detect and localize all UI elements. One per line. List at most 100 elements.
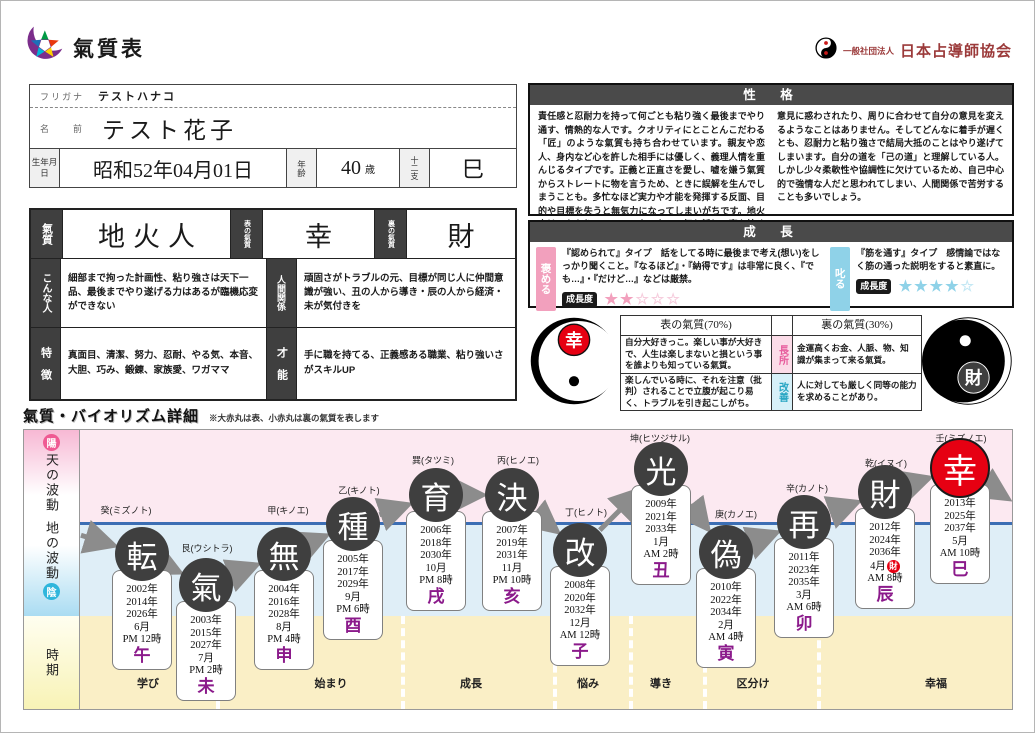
name-row: 名 前 テスト花子	[30, 108, 516, 148]
shikaru-stars: ★★★★☆	[899, 278, 976, 295]
kaizen-row: 楽しんでいる時に、それを注意（批判）されることで立腹が起こり易く、トラブルを引き…	[621, 374, 921, 410]
seicho-box: 成 長 褒める 『認められて』タイプ 話をしてる時に最後まで考え(想い)をしっか…	[528, 220, 1014, 308]
node-card: 2008年2020年2032年12月AM 12時子	[550, 566, 610, 666]
star-logo-icon	[21, 23, 65, 72]
page-title: 氣質表	[73, 33, 145, 63]
node-circle: 幸	[930, 438, 990, 498]
ura-value: 財	[407, 210, 515, 258]
tokucho-text: 真面目、清潔、努力、忍耐、やる気、本音、大胆、巧み、鍛錬、家族愛、ワガママ	[61, 328, 267, 399]
node-circle: 財	[858, 465, 912, 519]
eto-label: 十二支	[400, 149, 430, 187]
node-card: 2007年2019年2031年11月PM 10時亥	[482, 511, 542, 611]
biorhythm-chart: 陽 天の波動 地の波動 陰 時期 学び始まり成長悩み導き区分け幸福癸(ミズノト)…	[23, 429, 1013, 710]
org-logo-block: 一般社団法人 日本占導師協会	[815, 37, 1012, 64]
node-circle: 種	[326, 497, 380, 551]
seicho-header: 成 長	[530, 222, 1012, 242]
ura-chosho-text: 金運高くお金、人脈、物、知識が集まって来る氣質。	[793, 336, 921, 373]
furigana-label: フリガナ	[40, 90, 84, 103]
node-card: 2010年2022年2034年2月AM 4時寅	[696, 568, 756, 668]
konna-label: こんな人	[31, 259, 61, 327]
stem-label: 丁(ヒノト)	[565, 506, 607, 519]
yang-badge: 陽	[43, 434, 60, 451]
homeru-column: 『認められて』タイプ 話をしてる時に最後まで考え(想い)をしっかり聞くこと。『な…	[562, 247, 824, 311]
node-card: 2005年2017年2029年9月PM 6時酉	[323, 540, 383, 640]
node-circle: 改	[553, 523, 607, 577]
jiki-label: 時期	[42, 648, 61, 678]
inyo-header-row: 表の氣質(70%) 裏の氣質(30%)	[621, 316, 921, 336]
seikaku-header: 性 格	[530, 85, 1012, 105]
inyo-table: 表の氣質(70%) 裏の氣質(30%) 自分大好きっこ。楽しい事が大好きで、人生…	[620, 315, 922, 411]
homeru-stars: ★★☆☆☆	[605, 291, 682, 308]
node-card: 2012年2024年2036年4月財AM 8時辰	[855, 508, 915, 609]
furigana-value: テストハナコ	[98, 88, 176, 104]
birth-label: 生年月日	[30, 149, 60, 187]
ura-label: 裏の氣質	[375, 210, 407, 258]
biorhythm-axis: 陽 天の波動 地の波動 陰 時期	[24, 430, 80, 709]
node-circle: 偽	[699, 525, 753, 579]
svg-text:幸: 幸	[565, 330, 582, 350]
chi-no-hadou-label: 地の波動	[42, 521, 61, 581]
chosho-label: 長所	[771, 336, 793, 373]
axis-period-section: 時期	[24, 616, 79, 709]
stem-label: 巽(タツミ)	[412, 454, 454, 467]
shikaru-text: 『筋を通す』タイプ 感情論ではなく筋の通った説明をすると素直に。	[856, 247, 1006, 273]
ningen-label: 人間関係	[267, 259, 297, 327]
node-card: 2006年2018年2030年10月PM 8時戌	[406, 511, 466, 611]
age-label: 年齢	[287, 149, 317, 187]
kishitsu-label: 氣質	[31, 210, 63, 258]
node-card: 2003年2015年2027年7月PM 2時未	[176, 601, 236, 701]
kishitsu-report-page: 氣質表 一般社団法人 日本占導師協会 フリガナ テストハナコ 名 前 テスト花子…	[0, 0, 1035, 733]
omote-quality-header: 表の氣質(70%)	[621, 316, 771, 335]
profile-box: フリガナ テストハナコ 名 前 テスト花子 生年月日 昭和52年04月01日 年…	[29, 84, 517, 188]
yinyang-ura-icon: 財	[922, 315, 1014, 412]
age-value: 40 歳	[317, 149, 400, 187]
ten-no-hadou-label: 天の波動	[42, 453, 61, 513]
shikaru-column: 『筋を通す』タイプ 感情論ではなく筋の通った説明をすると素直に。 成長度 ★★★…	[856, 247, 1006, 311]
furigana-row: フリガナ テストハナコ	[30, 85, 516, 108]
stem-label: 艮(ウシトラ)	[182, 542, 233, 555]
seicho-body: 褒める 『認められて』タイプ 話をしてる時に最後まで考え(想い)をしっかり聞くこ…	[530, 242, 1012, 316]
node-card: 2011年2023年2035年3月AM 6時卯	[774, 538, 834, 638]
node-card: 2009年2021年2033年1月AM 2時丑	[631, 485, 691, 585]
org-name: 日本占導師協会	[900, 40, 1012, 61]
omote-value: 幸	[263, 210, 375, 258]
yinyang-mini-icon	[815, 37, 837, 64]
name-value: テスト花子	[102, 111, 237, 145]
node-card: 2002年2014年2026年6月PM 12時午	[112, 570, 172, 670]
sainou-text: 手に職を持てる、正義感ある職業、粘り強いさがスキルUP	[297, 328, 515, 399]
node-circle: 転	[115, 527, 169, 581]
eto-value: 巳	[430, 149, 516, 187]
node-circle: 光	[634, 442, 688, 496]
homeru-rating: 成長度 ★★☆☆☆	[562, 289, 824, 311]
inyo-header-spacer	[771, 316, 793, 335]
birth-value: 昭和52年04月01日	[60, 149, 287, 187]
yinyang-omote-icon: 幸	[528, 315, 620, 412]
org-prefix: 一般社団法人	[843, 45, 894, 57]
kaizen-label: 改善	[771, 374, 793, 410]
kishitsu-row-2: こんな人 細部まで拘った計画性、粘り強さは天下一品、最後までやり遂げる力はあるが…	[31, 259, 515, 328]
homeru-level-label: 成長度	[562, 292, 597, 307]
kishitsu-row-3: 特 徴 真面目、清潔、努力、忍耐、やる気、本音、大胆、巧み、鍛錬、家族愛、ワガマ…	[31, 328, 515, 399]
shikaru-label: 叱る	[830, 247, 850, 311]
stem-label: 丙(ヒノエ)	[497, 454, 539, 467]
omote-kaizen-text: 楽しんでいる時に、それを注意（批判）されることで立腹が起こり易く、トラブルを引き…	[621, 374, 771, 410]
stem-label: 乙(キノト)	[338, 484, 379, 497]
node-circle: 育	[409, 468, 463, 522]
biorhythm-title: 氣質・バイオリズム詳細	[23, 405, 199, 426]
name-label: 名 前	[40, 122, 84, 135]
omote-chosho-text: 自分大好きっこ。楽しい事が大好きで、人生は楽しまないと損という事を誰よりも知って…	[621, 336, 771, 373]
kishitsu-row-1: 氣質 地火人 表の氣質 幸 裏の氣質 財	[31, 210, 515, 259]
ura-quality-header: 裏の氣質(30%)	[793, 316, 921, 335]
seikaku-box: 性 格 責任感と忍耐力を持って何ごとも粘り強く最後までやり通す、情熱的な人です。…	[528, 83, 1014, 216]
ningen-text: 頑固さがトラブルの元、目標が同じ人に仲間意識が強い、丑の人から導き・辰の人から経…	[297, 259, 515, 327]
node-circle: 氣	[179, 558, 233, 612]
shikaru-rating: 成長度 ★★★★☆	[856, 276, 1006, 298]
svg-text:財: 財	[964, 368, 983, 388]
node-circle: 決	[485, 468, 539, 522]
biorhythm-note: ※大赤丸は表、小赤丸は裏の氣質を表します	[209, 412, 379, 424]
node-circle: 無	[257, 527, 311, 581]
tokucho-label: 特 徴	[31, 328, 61, 399]
stem-label: 甲(キノエ)	[267, 504, 308, 517]
shikaru-level-label: 成長度	[856, 279, 891, 294]
stem-label: 癸(ミズノト)	[101, 504, 152, 517]
